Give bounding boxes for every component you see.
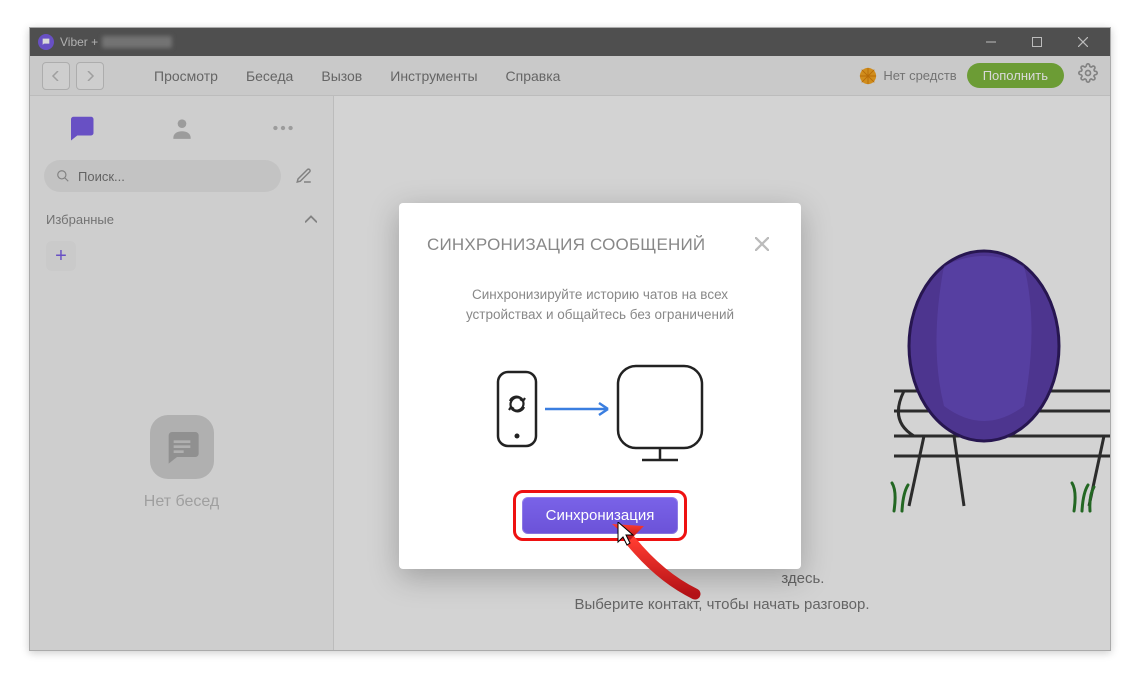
sync-modal: СИНХРОНИЗАЦИЯ СООБЩЕНИЙ Синхронизируйте …: [399, 203, 801, 569]
sync-button[interactable]: Синхронизация: [522, 497, 679, 534]
modal-title: СИНХРОНИЗАЦИЯ СООБЩЕНИЙ: [427, 235, 705, 255]
modal-close-button[interactable]: [751, 231, 773, 259]
modal-description: Синхронизируйте историю чатов на всех ус…: [427, 285, 773, 326]
modal-illustration: [427, 352, 773, 472]
app-window: Viber + Просмотр Беседа Вызов Инструмент…: [29, 27, 1111, 651]
annotation-highlight: Синхронизация: [513, 490, 688, 541]
close-icon: [755, 237, 769, 251]
